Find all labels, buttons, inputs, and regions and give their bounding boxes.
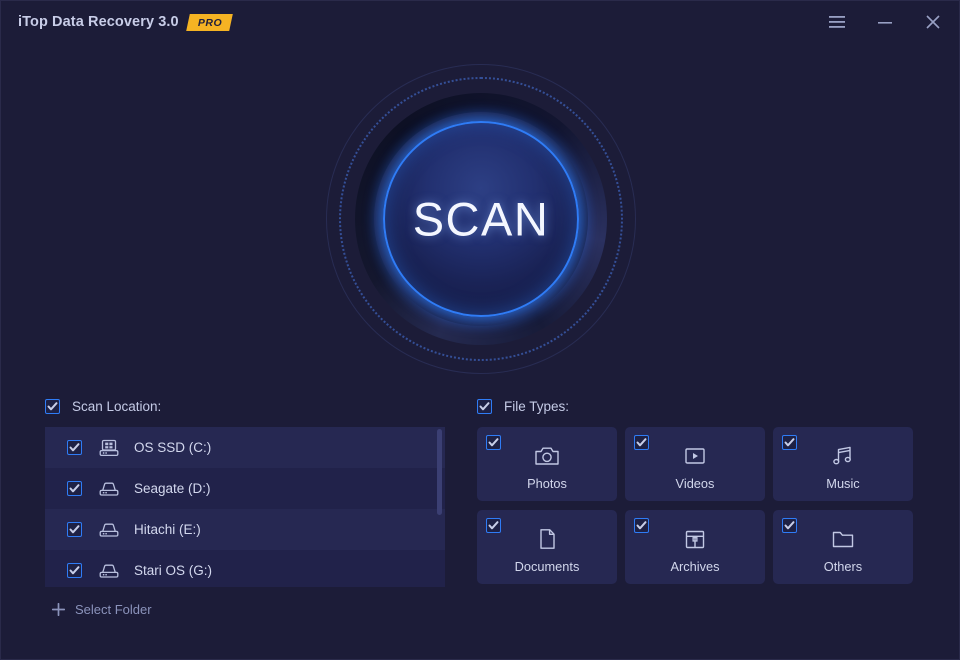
file-type-checkbox[interactable] bbox=[486, 435, 501, 450]
file-types-header: File Types: bbox=[477, 395, 917, 417]
scan-location-checkbox[interactable] bbox=[45, 398, 60, 414]
archive-box-icon bbox=[682, 528, 708, 555]
file-type-label: Archives bbox=[670, 559, 720, 574]
ssd-drive-icon bbox=[98, 437, 120, 459]
scan-location-label: Scan Location: bbox=[72, 398, 162, 414]
pro-badge: PRO bbox=[185, 13, 233, 31]
file-types-panel: File Types: Photos Videos Music Document… bbox=[477, 395, 917, 584]
drive-name: Seagate (D:) bbox=[134, 481, 211, 496]
file-type-checkbox[interactable] bbox=[486, 518, 501, 533]
drive-list-scroll-thumb[interactable] bbox=[437, 429, 442, 515]
file-type-checkbox[interactable] bbox=[782, 518, 797, 533]
file-types-grid: Photos Videos Music Documents Archives O… bbox=[477, 427, 917, 584]
drive-name: Hitachi (E:) bbox=[134, 522, 201, 537]
file-type-card-music[interactable]: Music bbox=[773, 427, 913, 501]
document-icon bbox=[534, 528, 560, 555]
app-window: iTop Data Recovery 3.0 PRO SCAN Scan Loc… bbox=[0, 0, 960, 660]
select-folder-label: Select Folder bbox=[75, 601, 152, 617]
minimize-icon[interactable] bbox=[871, 8, 899, 36]
drive-checkbox[interactable] bbox=[67, 440, 82, 455]
file-types-checkbox[interactable] bbox=[477, 398, 492, 414]
options-area: Scan Location: OS SSD (C:) Seagate (D:) … bbox=[1, 395, 959, 659]
drive-row[interactable]: OS SSD (C:) bbox=[45, 427, 445, 468]
file-type-label: Documents bbox=[514, 559, 580, 574]
scan-button[interactable]: SCAN bbox=[326, 64, 636, 374]
select-folder-button[interactable]: Select Folder bbox=[51, 593, 445, 625]
folder-icon bbox=[830, 528, 856, 555]
scan-area: SCAN bbox=[1, 43, 959, 395]
close-icon[interactable] bbox=[919, 8, 947, 36]
drive-row[interactable]: Seagate (D:) bbox=[45, 468, 445, 509]
drive-name: OS SSD (C:) bbox=[134, 440, 212, 455]
file-type-label: Photos bbox=[527, 476, 567, 491]
app-title: iTop Data Recovery 3.0 bbox=[18, 14, 179, 30]
music-note-icon bbox=[830, 445, 856, 472]
drive-row[interactable]: Hitachi (E:) bbox=[45, 509, 445, 550]
file-type-card-others[interactable]: Others bbox=[773, 510, 913, 584]
camera-icon bbox=[534, 445, 560, 472]
drive-checkbox[interactable] bbox=[67, 522, 82, 537]
scan-location-panel: Scan Location: OS SSD (C:) Seagate (D:) … bbox=[45, 395, 445, 625]
file-type-card-photos[interactable]: Photos bbox=[477, 427, 617, 501]
drive-row[interactable]: Stari OS (G:) bbox=[45, 550, 445, 587]
file-types-label: File Types: bbox=[504, 398, 570, 414]
drive-name: Stari OS (G:) bbox=[134, 563, 213, 578]
scan-location-header: Scan Location: bbox=[45, 395, 445, 417]
file-type-card-archives[interactable]: Archives bbox=[625, 510, 765, 584]
window-controls bbox=[823, 1, 947, 43]
hard-drive-icon bbox=[98, 478, 120, 500]
file-type-label: Videos bbox=[675, 476, 715, 491]
title-bar: iTop Data Recovery 3.0 PRO bbox=[1, 1, 959, 43]
file-type-card-videos[interactable]: Videos bbox=[625, 427, 765, 501]
drive-checkbox[interactable] bbox=[67, 563, 82, 578]
pro-badge-label: PRO bbox=[197, 16, 222, 28]
drive-list: OS SSD (C:) Seagate (D:) Hitachi (E:) St… bbox=[45, 427, 445, 587]
hamburger-menu-icon[interactable] bbox=[823, 8, 851, 36]
hard-drive-icon bbox=[98, 519, 120, 541]
hard-drive-icon bbox=[98, 560, 120, 582]
drive-checkbox[interactable] bbox=[67, 481, 82, 496]
file-type-label: Others bbox=[823, 559, 863, 574]
video-icon bbox=[682, 445, 708, 472]
file-type-checkbox[interactable] bbox=[634, 518, 649, 533]
scan-button-label: SCAN bbox=[412, 192, 550, 246]
file-type-checkbox[interactable] bbox=[634, 435, 649, 450]
file-type-card-documents[interactable]: Documents bbox=[477, 510, 617, 584]
file-type-label: Music bbox=[826, 476, 860, 491]
file-type-checkbox[interactable] bbox=[782, 435, 797, 450]
plus-icon bbox=[51, 602, 65, 616]
